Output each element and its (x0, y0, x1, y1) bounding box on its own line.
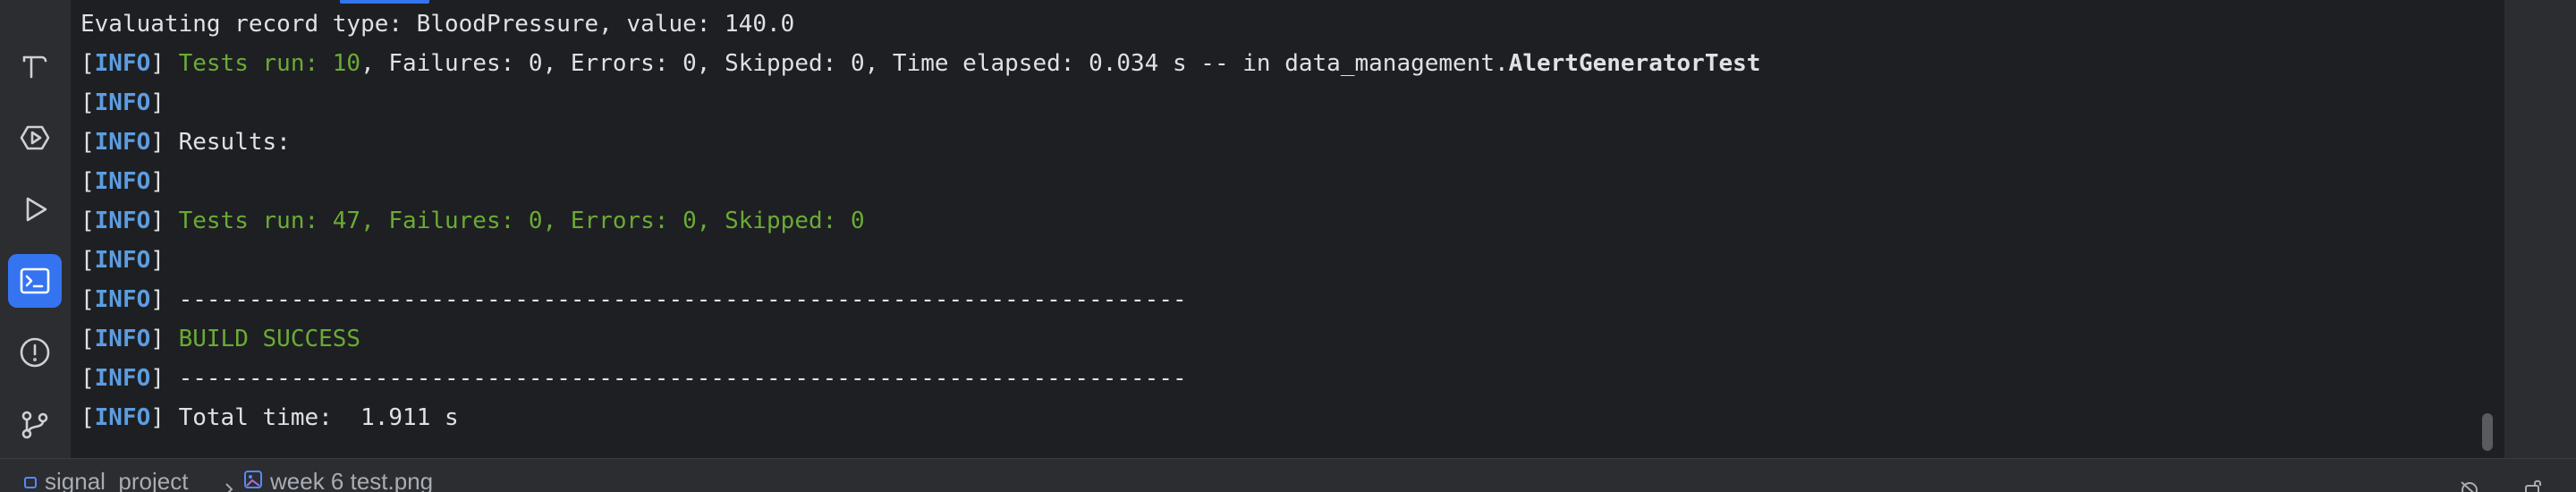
separator-line: ----------------------------------------… (164, 365, 1187, 392)
console-line: [INFO] Tests run: 47, Failures: 0, Error… (80, 208, 865, 234)
vertical-scrollbar-thumb[interactable] (2482, 413, 2493, 451)
test-class-name: AlertGeneratorTest (1508, 50, 1761, 77)
separator-line: ----------------------------------------… (164, 286, 1187, 313)
right-tool-strip (2504, 0, 2576, 458)
lock-icon[interactable] (2522, 475, 2546, 492)
hammer-icon (19, 50, 51, 82)
image-file-icon (243, 464, 263, 492)
console-line: [INFO] (80, 89, 165, 116)
log-level-label: INFO (94, 129, 151, 156)
console-line: [INFO] (80, 247, 165, 274)
console-line: [INFO] BUILD SUCCESS (80, 326, 361, 352)
log-level-label: INFO (94, 208, 151, 234)
log-level-label: INFO (94, 89, 151, 116)
test-summary: Tests run: 47, Failures: 0, Errors: 0, S… (164, 208, 865, 234)
chevron-right-icon (223, 475, 235, 492)
total-time: Total time: 1.911 s (164, 404, 459, 431)
console-output[interactable]: Evaluating record type: BloodPressure, v… (72, 0, 2504, 458)
terminal-button[interactable] (8, 254, 62, 308)
git-branch-icon (18, 407, 52, 441)
log-level-label: INFO (94, 168, 151, 195)
run-button[interactable] (8, 182, 62, 236)
file-name: week 6 test.png (270, 468, 434, 492)
log-level-label: INFO (94, 50, 151, 77)
log-level-label: INFO (94, 326, 151, 352)
problems-button[interactable] (8, 326, 62, 379)
log-level-label: INFO (94, 247, 151, 274)
log-level-label: INFO (94, 404, 151, 431)
problems-icon (18, 335, 52, 369)
console-line: [INFO] Tests run: 10, Failures: 0, Error… (80, 50, 1761, 77)
build-status: BUILD SUCCESS (164, 326, 361, 352)
console-line: Evaluating record type: BloodPressure, v… (80, 11, 795, 38)
ide-window: Evaluating record type: BloodPressure, v… (0, 0, 2576, 492)
breadcrumb-project[interactable]: signal_project (23, 464, 188, 492)
active-tab-indicator (340, 0, 429, 4)
log-level-label: INFO (94, 365, 151, 392)
breadcrumb-file[interactable]: week 6 test.png (243, 464, 433, 492)
project-name: signal_project (45, 468, 189, 492)
tool-window-strip (0, 0, 72, 458)
build-tool-button[interactable] (8, 39, 62, 93)
module-icon (23, 464, 38, 492)
console-line: [INFO] ---------------------------------… (80, 365, 1187, 392)
services-button[interactable] (8, 111, 62, 165)
services-icon (18, 121, 52, 155)
console-line: [INFO] Total time: 1.911 s (80, 404, 459, 431)
run-icon (19, 193, 51, 225)
log-level-label: INFO (94, 286, 151, 313)
status-bar: signal_project week 6 test.png (0, 458, 2576, 492)
console-line: [INFO] (80, 168, 165, 195)
git-button[interactable] (8, 397, 62, 451)
console-line: [INFO] Results: (80, 129, 291, 156)
console-line: [INFO] ---------------------------------… (80, 286, 1187, 313)
console-lines: Evaluating record type: BloodPressure, v… (80, 4, 1760, 437)
terminal-icon (18, 264, 52, 298)
power-save-icon[interactable] (2458, 475, 2481, 492)
